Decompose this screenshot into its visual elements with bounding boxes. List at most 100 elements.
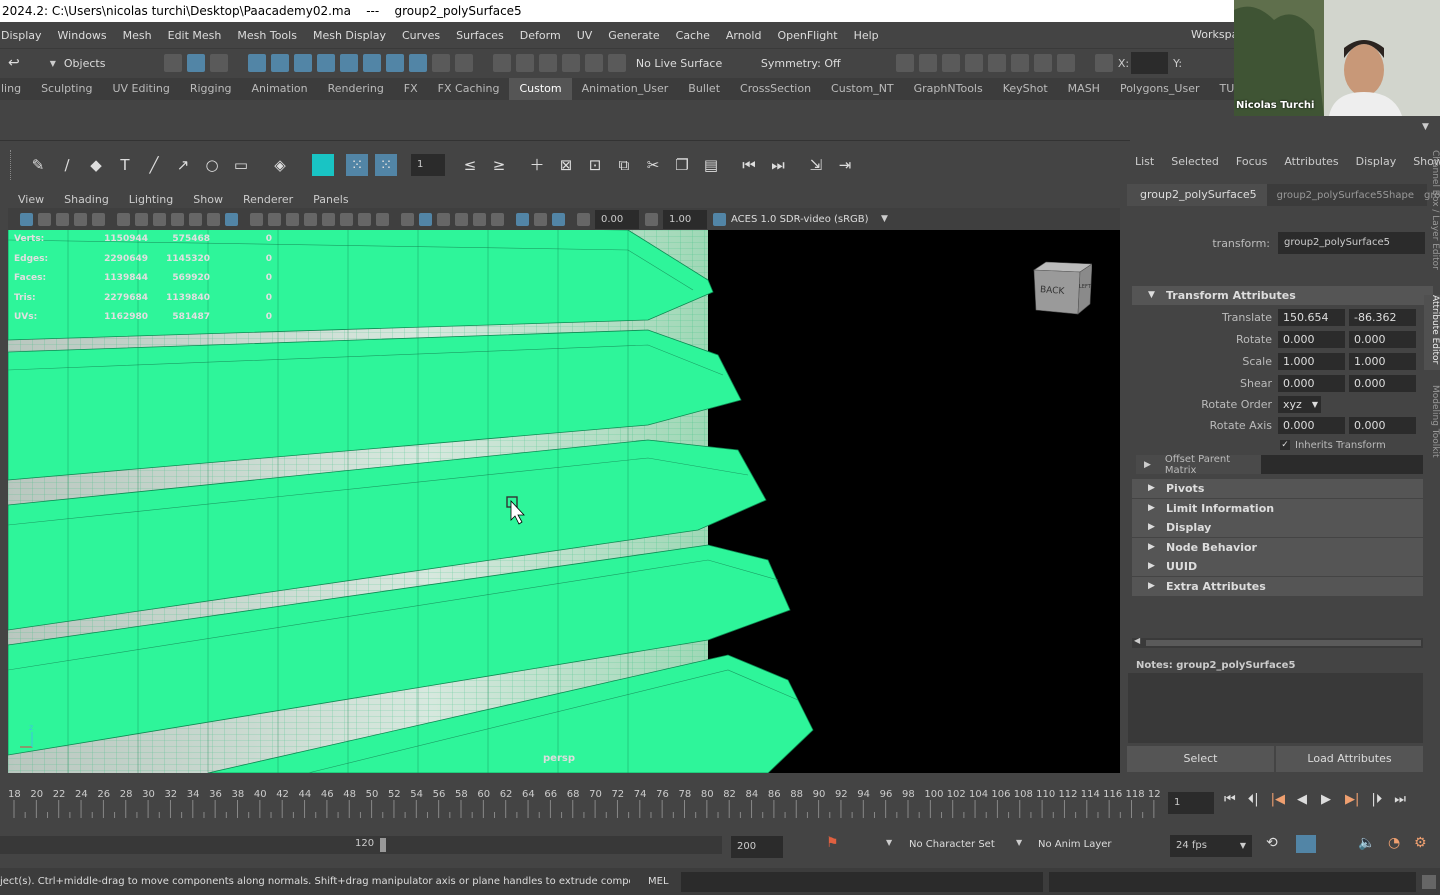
snap-toggle-icon[interactable] [454,54,473,72]
translate-x-field[interactable]: 150.654 [1278,308,1345,326]
chevron-down-icon[interactable]: ▼ [1016,838,1022,847]
sound-icon[interactable]: 🔈 [1358,835,1375,851]
field-chart-icon[interactable] [189,212,202,226]
rotate-x-field[interactable]: 0.000 [1278,330,1345,348]
fps-dropdown[interactable]: 24 fps ▼ [1170,835,1252,857]
notes-textarea[interactable] [1128,673,1423,743]
play-backward-icon[interactable]: ◀ [1297,792,1307,807]
translate-y-field[interactable]: -86.362 [1349,308,1416,326]
node-tab-shape[interactable]: group2_polySurface5Shape [1267,190,1424,201]
grease-pencil-icon[interactable] [117,212,130,226]
shear-y-field[interactable]: 0.000 [1349,374,1416,392]
shelf-tab-rigging[interactable]: Rigging [180,78,242,100]
pencil-icon[interactable]: ✎ [27,154,49,176]
select-button[interactable]: Select [1127,746,1274,772]
offset-parent-matrix-row[interactable]: ▶ Offset Parent Matrix [1136,454,1423,476]
cut-icon[interactable]: ✂ [642,154,664,176]
render-view-icon[interactable] [1010,54,1029,72]
export-icon[interactable]: ⇥ [834,154,856,176]
grid-dots-alt-icon[interactable]: ⁙ [375,154,397,176]
section-node-behavior[interactable]: ▶ Node Behavior [1132,537,1423,557]
side-tab-modeling-toolkit[interactable]: Modeling Toolkit [1424,385,1440,460]
shelf-tab-bullet[interactable]: Bullet [678,78,730,100]
anim-layer-dropdown[interactable]: No Anim Layer [1038,839,1112,850]
menu-generate[interactable]: Generate [608,29,659,42]
line-tool-icon[interactable]: ╱ [143,154,165,176]
motion-blur-icon[interactable] [455,212,468,226]
mel-label[interactable]: MEL [648,876,669,887]
rotate-y-field[interactable]: 0.000 [1349,330,1416,348]
wireframe-icon[interactable] [268,212,281,226]
shelf-tab-rendering[interactable]: Rendering [318,78,394,100]
safe-title-icon[interactable] [225,212,238,226]
first-frame-icon[interactable]: ⏮ [738,154,760,176]
select-camera-icon[interactable] [20,212,33,226]
duplicate-frame-icon[interactable]: ⧉ [613,154,635,176]
output-ops-icon[interactable] [538,54,557,72]
chevron-down-icon[interactable]: ▼ [881,214,888,224]
lights-icon[interactable] [340,212,353,226]
multisample-icon[interactable] [473,212,486,226]
inherits-transform-checkbox[interactable]: ✓ [1280,440,1290,450]
menu-mesh-tools[interactable]: Mesh Tools [237,29,297,42]
menu-openflight[interactable]: OpenFlight [777,29,837,42]
import-icon[interactable]: ⇲ [805,154,827,176]
annotation-color-swatch[interactable] [312,154,334,176]
side-tab-attribute-editor[interactable]: Attribute Editor [1424,295,1440,370]
selection-mode-dropdown[interactable]: Objects [64,57,164,70]
shelf-tab-fx[interactable]: FX [394,78,428,100]
shelf-tab-mash[interactable]: MASH [1058,78,1110,100]
range-slider-handle[interactable] [380,838,386,852]
live-surface-field[interactable]: No Live Surface [636,57,751,70]
ae-menu-attributes[interactable]: Attributes [1284,155,1338,168]
shelf-tab-custom-nt[interactable]: Custom_NT [821,78,904,100]
range-slider[interactable]: 120 [0,836,722,854]
section-display[interactable]: ▶ Display [1132,518,1423,537]
rotate-axis-x-field[interactable]: 0.000 [1278,416,1345,434]
text-tool-icon[interactable]: T [114,154,136,176]
view-cube[interactable]: BACK LEFT [1032,260,1093,315]
snap-grid-icon[interactable] [247,54,266,72]
camera-attributes-icon[interactable] [38,212,51,226]
menu-mesh-display[interactable]: Mesh Display [313,29,386,42]
node-tab-transform[interactable]: group2_polySurface5 [1127,184,1267,206]
animation-end-field[interactable]: 200 [731,836,783,858]
section-uuid[interactable]: ▶ UUID [1132,557,1423,576]
bookmark-icon[interactable] [56,212,69,226]
render-sequence-icon[interactable] [918,54,937,72]
viewport-menu-shading[interactable]: Shading [64,193,109,206]
menu-curves[interactable]: Curves [402,29,440,42]
xray-joints-icon[interactable] [534,212,547,226]
snap-point-icon[interactable] [293,54,312,72]
default-material-icon[interactable] [304,212,317,226]
menu-uv[interactable]: UV [577,29,593,42]
ae-menu-selected[interactable]: Selected [1171,155,1219,168]
gamma-field[interactable]: 1.00 [663,209,707,229]
rotate-axis-y-field[interactable]: 0.000 [1349,416,1416,434]
film-gate-icon[interactable] [135,212,148,226]
time-settings-icon[interactable]: ◔ [1388,835,1400,851]
menu-mesh[interactable]: Mesh [123,29,152,42]
undo-icon[interactable]: ↩ [8,55,20,71]
snap-vertex-icon[interactable] [385,54,404,72]
hypershade-icon[interactable] [987,54,1006,72]
ipr-render-icon[interactable] [941,54,960,72]
rectangle-tool-icon[interactable]: ▭ [230,154,252,176]
viewport-menu-view[interactable]: View [18,193,44,206]
horizontal-scrollbar[interactable]: ◀ [1132,636,1423,648]
menu-help[interactable]: Help [854,29,879,42]
render-frame-icon[interactable] [895,54,914,72]
add-frame-icon[interactable]: ＋ [526,154,548,176]
shelf-tab-polygons-user[interactable]: Polygons_User [1110,78,1210,100]
step-back-key-icon[interactable]: ⏴| [1248,792,1259,807]
chevron-down-icon[interactable]: ▼ [50,59,56,68]
go-to-start-icon[interactable]: ⏮ [1224,792,1236,807]
ae-menu-display[interactable]: Display [1356,155,1397,168]
shaded-wire-icon[interactable] [401,212,414,226]
gamma-icon[interactable] [645,212,658,226]
shelf-collapse-icon[interactable]: ▼ [1422,122,1429,132]
auto-key-icon[interactable]: ⚑ [826,835,839,851]
arrow-tool-icon[interactable]: ↗ [172,154,194,176]
last-frame-icon[interactable]: ⏭ [767,154,789,176]
select-hierarchy-icon[interactable] [163,54,182,72]
